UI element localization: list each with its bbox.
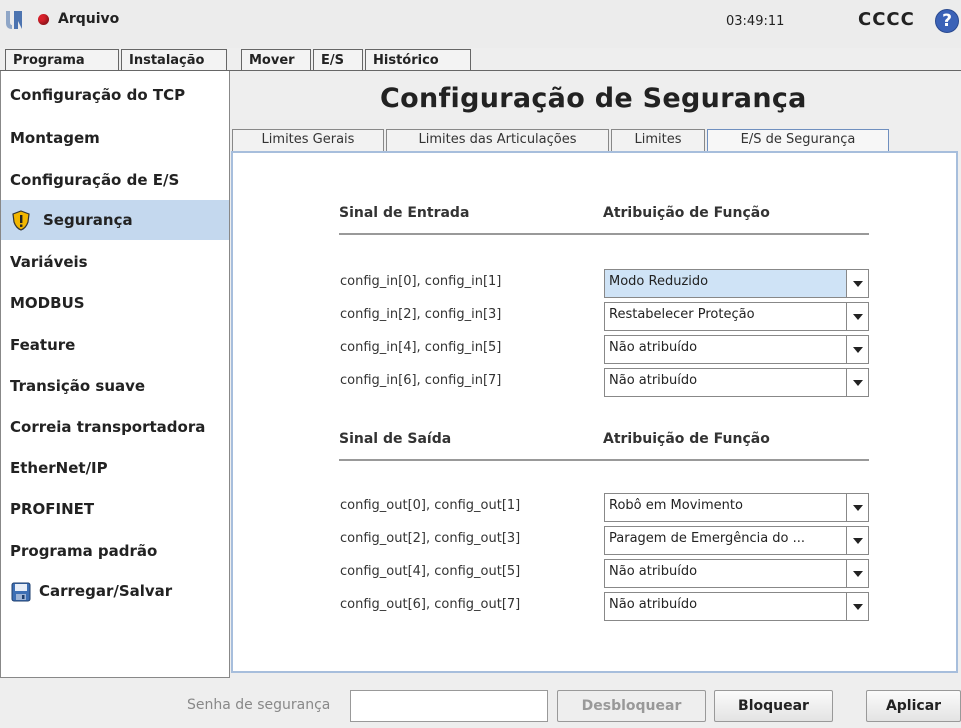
sidebar-item-modbus[interactable]: MODBUS	[1, 283, 229, 323]
select-value: Não atribuído	[609, 373, 698, 388]
output-function-select[interactable]: Paragem de Emergência do ...	[604, 526, 869, 555]
select-value: Restabelecer Proteção	[609, 307, 755, 322]
sidebar-item-label: EtherNet/IP	[10, 459, 108, 477]
sidebar-item-label: Variáveis	[10, 253, 88, 271]
input-signal-label: config_in[2], config_in[3]	[340, 307, 502, 322]
sidebar-item-seguranca[interactable]: Segurança	[1, 200, 229, 240]
select-value: Não atribuído	[609, 340, 698, 355]
sidebar-item-label: Feature	[10, 336, 76, 354]
sidebar-item-label: MODBUS	[10, 294, 85, 312]
output-function-select[interactable]: Não atribuído	[604, 592, 869, 621]
sidebar-item-label: Segurança	[43, 211, 133, 229]
chevron-down-icon[interactable]	[846, 369, 868, 396]
sidebar-item-label: PROFINET	[10, 500, 95, 518]
chevron-down-icon[interactable]	[846, 336, 868, 363]
chevron-down-icon[interactable]	[846, 527, 868, 554]
select-value: Modo Reduzido	[609, 274, 709, 289]
chevron-down-icon[interactable]	[846, 593, 868, 620]
output-function-select[interactable]: Robô em Movimento	[604, 493, 869, 522]
password-label: Senha de segurança	[187, 697, 331, 713]
sidebar-item-label: Montagem	[10, 129, 100, 147]
divider	[339, 233, 869, 235]
sidebar-item-variaveis[interactable]: Variáveis	[1, 242, 229, 282]
sidebar-item-conveyor[interactable]: Correia transportadora	[1, 407, 229, 447]
output-signal-label: config_out[6], config_out[7]	[340, 597, 521, 612]
sidebar-item-label: Correia transportadora	[10, 418, 206, 436]
sidebar-item-label: Configuração de E/S	[10, 171, 180, 189]
file-menu[interactable]: Arquivo	[58, 11, 119, 27]
input-signal-label: config_in[0], config_in[1]	[340, 274, 502, 289]
sidebar-item-load-save[interactable]: Carregar/Salvar	[1, 571, 229, 611]
divider	[339, 459, 869, 461]
clock: 03:49:11	[726, 14, 785, 29]
sidebar-item-feature[interactable]: Feature	[1, 325, 229, 365]
sidebar-item-label: Configuração do TCP	[10, 86, 186, 104]
output-signal-header: Sinal de Saída	[339, 431, 452, 447]
installation-sidebar: Configuração do TCP Montagem Configuraçã…	[0, 71, 230, 678]
select-value: Não atribuído	[609, 564, 698, 579]
subtab-safety-io[interactable]: E/S de Segurança	[707, 129, 889, 151]
output-signal-label: config_out[0], config_out[1]	[340, 498, 521, 513]
subtab-general-limits[interactable]: Limites Gerais	[232, 129, 384, 151]
input-signal-label: config_in[4], config_in[5]	[340, 340, 502, 355]
warning-shield-icon	[12, 210, 30, 231]
safety-io-panel: Sinal de Entrada Atribuição de Função co…	[231, 151, 958, 673]
sidebar-item-montagem[interactable]: Montagem	[1, 118, 229, 158]
top-bar: Arquivo 03:49:11 CCCC ?	[0, 0, 961, 48]
sidebar-item-profinet[interactable]: PROFINET	[1, 489, 229, 529]
sidebar-item-label: Transição suave	[10, 377, 146, 395]
sidebar-item-default-program[interactable]: Programa padrão	[1, 531, 229, 571]
tab-mover[interactable]: Mover	[241, 49, 311, 71]
output-function-header: Atribuição de Função	[603, 431, 770, 447]
robot-name: CCCC	[858, 9, 915, 30]
tab-historico[interactable]: Histórico	[365, 49, 471, 71]
chevron-down-icon[interactable]	[846, 560, 868, 587]
help-icon[interactable]: ?	[935, 9, 959, 33]
select-value: Paragem de Emergência do ...	[609, 531, 806, 546]
sidebar-item-smooth-transition[interactable]: Transição suave	[1, 366, 229, 406]
output-function-select[interactable]: Não atribuído	[604, 559, 869, 588]
sidebar-item-io-config[interactable]: Configuração de E/S	[1, 160, 229, 200]
chevron-down-icon[interactable]	[846, 303, 868, 330]
select-value: Não atribuído	[609, 597, 698, 612]
apply-button[interactable]: Aplicar	[866, 690, 961, 722]
page-title: Configuração de Segurança	[380, 83, 807, 114]
output-signal-label: config_out[4], config_out[5]	[340, 564, 521, 579]
input-signal-header: Sinal de Entrada	[339, 205, 470, 221]
ur-logo-icon	[6, 11, 22, 29]
chevron-down-icon[interactable]	[846, 270, 868, 297]
sidebar-item-tcp[interactable]: Configuração do TCP	[1, 75, 229, 115]
sidebar-item-label: Programa padrão	[10, 542, 158, 560]
safety-password-input[interactable]	[350, 690, 548, 722]
sidebar-item-label: Carregar/Salvar	[39, 582, 173, 600]
input-function-select[interactable]: Não atribuído	[604, 368, 869, 397]
tab-es[interactable]: E/S	[313, 49, 363, 71]
floppy-disk-icon	[11, 582, 31, 602]
input-function-header: Atribuição de Função	[603, 205, 770, 221]
input-signal-label: config_in[6], config_in[7]	[340, 373, 502, 388]
lock-button[interactable]: Bloquear	[714, 690, 833, 722]
sidebar-item-ethernetip[interactable]: EtherNet/IP	[1, 448, 229, 488]
select-value: Robô em Movimento	[609, 498, 743, 513]
content-area: Configuração de Segurança Limites Gerais…	[231, 71, 961, 678]
input-function-select[interactable]: Restabelecer Proteção	[604, 302, 869, 331]
subtab-joint-limits[interactable]: Limites das Articulações	[386, 129, 609, 151]
tab-programa[interactable]: Programa	[5, 49, 119, 71]
input-function-select[interactable]: Não atribuído	[604, 335, 869, 364]
input-function-select[interactable]: Modo Reduzido	[604, 269, 869, 298]
status-indicator-icon	[38, 14, 49, 25]
unlock-button[interactable]: Desbloquear	[557, 690, 706, 722]
chevron-down-icon[interactable]	[846, 494, 868, 521]
tab-instalacao[interactable]: Instalação	[121, 49, 227, 72]
subtab-boundaries[interactable]: Limites	[611, 129, 705, 151]
output-signal-label: config_out[2], config_out[3]	[340, 531, 521, 546]
